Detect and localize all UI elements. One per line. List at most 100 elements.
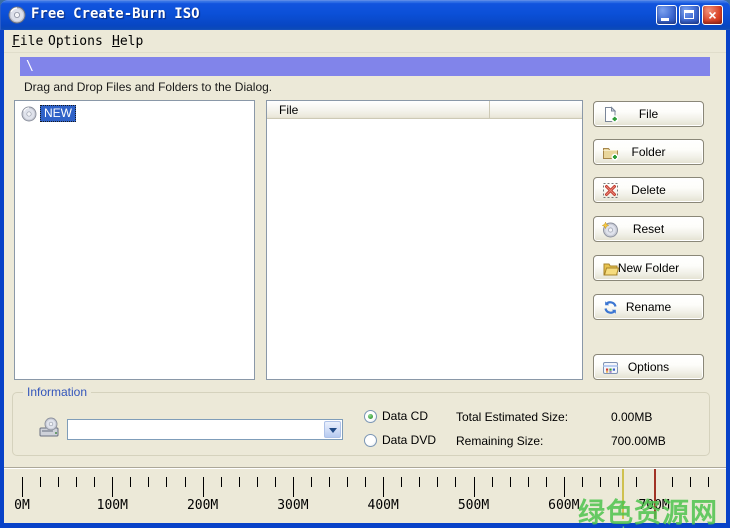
ruler-tick bbox=[401, 477, 402, 487]
ruler-tick bbox=[130, 477, 131, 487]
app-disc-icon bbox=[8, 6, 26, 24]
drag-drop-hint: Drag and Drop Files and Folders to the D… bbox=[24, 80, 272, 94]
options-button[interactable]: Options bbox=[593, 354, 704, 380]
drive-select[interactable] bbox=[67, 419, 343, 440]
maximize-icon bbox=[684, 10, 694, 19]
remaining-size-value: 700.00MB bbox=[611, 434, 666, 448]
radio-data-dvd[interactable]: Data DVD bbox=[364, 433, 436, 447]
ruler-label: 200M bbox=[167, 498, 239, 513]
total-size-value: 0.00MB bbox=[611, 410, 652, 424]
tree-item-new[interactable]: NEW bbox=[21, 105, 76, 122]
ruler-label: 500M bbox=[438, 498, 510, 513]
capacity-marker bbox=[654, 469, 656, 519]
menu-help[interactable]: Help bbox=[112, 34, 143, 49]
column-header-file[interactable]: File bbox=[267, 101, 490, 119]
ruler-tick bbox=[437, 477, 438, 487]
ruler-tick bbox=[221, 477, 222, 487]
ruler-tick bbox=[293, 477, 294, 497]
ruler-tick bbox=[564, 477, 565, 497]
menu-options[interactable]: Options bbox=[48, 34, 103, 49]
title-bar: Free Create-Burn ISO × bbox=[0, 0, 730, 30]
ruler-tick bbox=[239, 477, 240, 487]
ruler-tick bbox=[22, 477, 23, 497]
rename-icon bbox=[602, 299, 619, 316]
ruler-tick bbox=[582, 477, 583, 487]
ruler-tick bbox=[546, 477, 547, 487]
chevron-down-icon bbox=[329, 428, 337, 433]
rename-button[interactable]: Rename bbox=[593, 294, 704, 320]
ruler-tick bbox=[275, 477, 276, 487]
ruler-tick bbox=[166, 477, 167, 487]
ruler-tick bbox=[365, 477, 366, 487]
capacity-marker bbox=[622, 469, 624, 519]
file-list-header: File bbox=[267, 101, 582, 119]
information-group-title: Information bbox=[23, 385, 91, 399]
file-list-panel[interactable]: File bbox=[266, 100, 583, 380]
ruler-tick bbox=[112, 477, 113, 497]
ruler-tick bbox=[690, 477, 691, 487]
ruler-label: 100M bbox=[76, 498, 148, 513]
ruler-tick bbox=[347, 477, 348, 487]
ruler-tick bbox=[419, 477, 420, 487]
ruler-tick bbox=[528, 477, 529, 487]
new-folder-icon bbox=[602, 260, 619, 277]
total-size-label: Total Estimated Size: bbox=[456, 410, 568, 424]
path-text: \ bbox=[26, 59, 34, 74]
ruler-tick bbox=[708, 477, 709, 487]
ruler-tick bbox=[148, 477, 149, 487]
radio-data-dvd-label: Data DVD bbox=[382, 433, 436, 447]
ruler-tick bbox=[58, 477, 59, 487]
options-icon bbox=[602, 359, 619, 376]
ruler-label: 0M bbox=[0, 498, 58, 513]
information-group: Information Data CD Da bbox=[12, 392, 710, 456]
ruler-label: 400M bbox=[347, 498, 419, 513]
ruler-tick bbox=[94, 477, 95, 487]
ruler-tick bbox=[383, 477, 384, 497]
ruler-tick bbox=[329, 477, 330, 487]
ruler-tick bbox=[492, 477, 493, 487]
reset-button[interactable]: Reset bbox=[593, 216, 704, 242]
ruler-tick bbox=[636, 477, 637, 487]
drive-select-dropdown-button[interactable] bbox=[324, 421, 341, 438]
disc-icon bbox=[21, 106, 37, 122]
app-window: Free Create-Burn ISO × File Options Help… bbox=[0, 0, 730, 528]
maximize-button[interactable] bbox=[679, 5, 700, 25]
radio-data-cd-label: Data CD bbox=[382, 409, 428, 423]
ruler-tick bbox=[311, 477, 312, 487]
minimize-button[interactable] bbox=[656, 5, 677, 25]
path-bar[interactable]: \ bbox=[20, 57, 710, 76]
ruler-tick bbox=[455, 477, 456, 487]
menu-file[interactable]: File bbox=[12, 34, 43, 49]
delete-icon bbox=[602, 182, 619, 199]
capacity-ruler: 0M100M200M300M400M500M600M700M bbox=[4, 469, 726, 528]
ruler-tick bbox=[257, 477, 258, 487]
ruler-tick bbox=[618, 477, 619, 487]
minimize-icon bbox=[661, 18, 669, 21]
add-file-icon bbox=[602, 106, 619, 123]
ruler-tick bbox=[203, 477, 204, 497]
folder-tree-panel[interactable]: NEW bbox=[14, 100, 255, 380]
close-icon: × bbox=[703, 6, 722, 25]
ruler-tick bbox=[510, 477, 511, 487]
ruler-tick bbox=[600, 477, 601, 487]
file-button[interactable]: File bbox=[593, 101, 704, 127]
folder-button[interactable]: Folder bbox=[593, 139, 704, 165]
ruler-label: 300M bbox=[257, 498, 329, 513]
ruler-label: 600M bbox=[528, 498, 600, 513]
tree-item-label: NEW bbox=[40, 105, 76, 122]
window-title: Free Create-Burn ISO bbox=[31, 6, 200, 22]
ruler-tick bbox=[672, 477, 673, 487]
radio-data-cd[interactable]: Data CD bbox=[364, 409, 428, 423]
new-folder-button[interactable]: New Folder bbox=[593, 255, 704, 281]
cd-drive-icon bbox=[37, 415, 62, 440]
ruler-tick bbox=[40, 477, 41, 487]
ruler-tick bbox=[474, 477, 475, 497]
add-folder-icon bbox=[602, 144, 619, 161]
ruler-tick bbox=[76, 477, 77, 487]
reset-disc-icon bbox=[602, 221, 619, 238]
client-area: File Options Help \ Drag and Drop Files … bbox=[4, 30, 726, 523]
ruler-tick bbox=[185, 477, 186, 487]
close-button[interactable]: × bbox=[702, 5, 723, 25]
delete-button[interactable]: Delete bbox=[593, 177, 704, 203]
remaining-size-label: Remaining Size: bbox=[456, 434, 543, 448]
